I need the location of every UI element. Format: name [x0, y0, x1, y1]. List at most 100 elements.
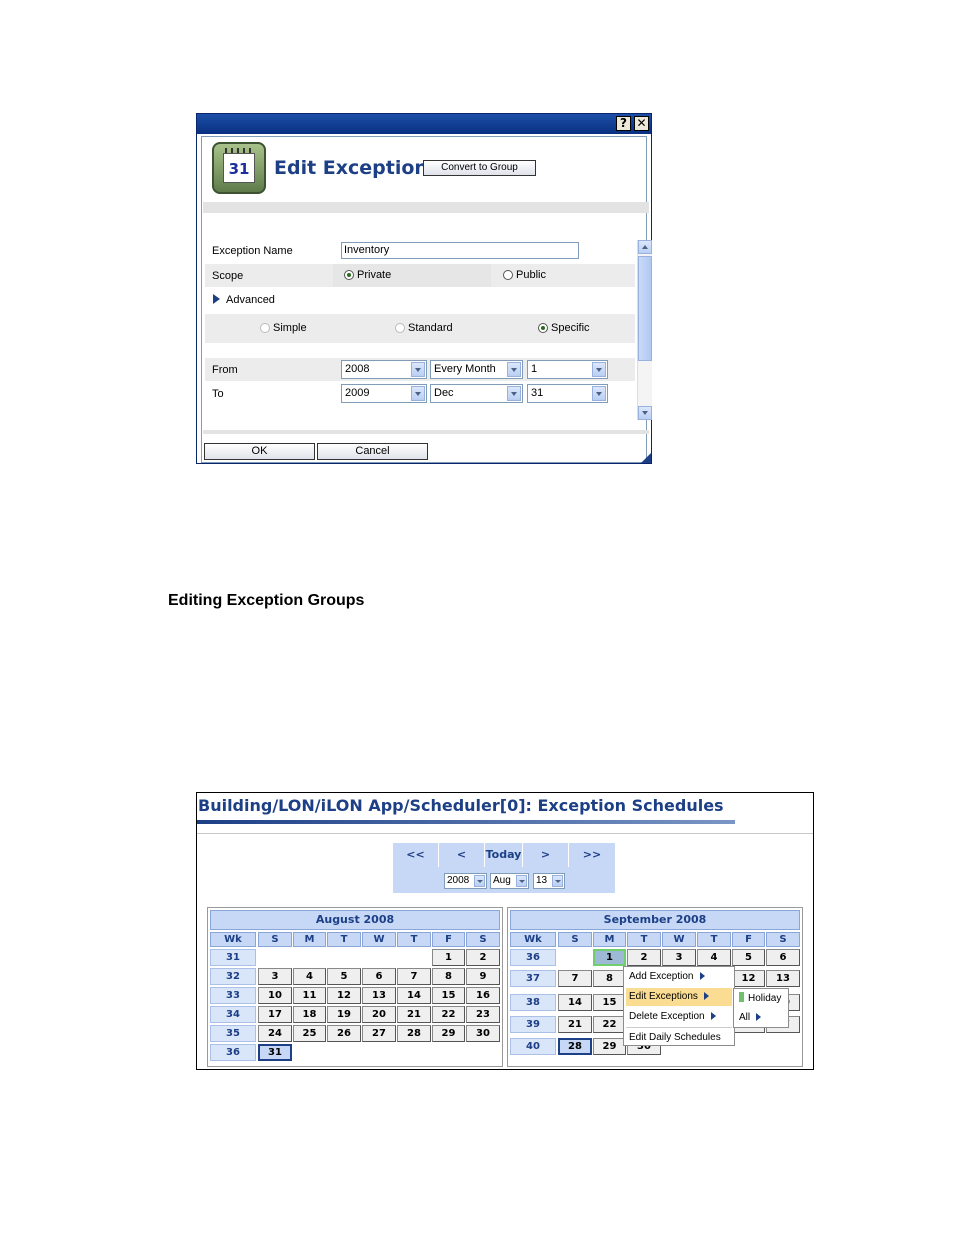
calendar-day[interactable]: 8	[432, 968, 465, 985]
calendar-day[interactable]: 13	[362, 987, 396, 1004]
calendar-day[interactable]: 29	[593, 1038, 626, 1055]
calendar-day[interactable]: 18	[293, 1006, 326, 1023]
calendar-day[interactable]: 1	[432, 949, 465, 966]
from-month-select[interactable]: Every Month	[430, 360, 523, 379]
mode-specific-radio[interactable]: Specific	[538, 322, 590, 334]
edit-exceptions-item[interactable]: Edit Exceptions	[626, 988, 732, 1006]
calendar-day[interactable]: 3	[662, 949, 696, 966]
from-year-select[interactable]: 2008	[341, 360, 427, 379]
calendar-day[interactable]: 29	[432, 1025, 465, 1042]
delete-exception-item[interactable]: Delete Exception	[626, 1008, 732, 1026]
close-button[interactable]: ✕	[634, 116, 649, 131]
cancel-button[interactable]: Cancel	[317, 443, 428, 460]
calendar-day[interactable]: 15	[593, 994, 626, 1011]
calendar-day[interactable]: 27	[362, 1025, 396, 1042]
today-button[interactable]: Today	[485, 843, 523, 867]
calendar-day[interactable]: 1	[593, 949, 626, 966]
calendar-day[interactable]: 20	[362, 1006, 396, 1023]
month-select[interactable]: Aug	[490, 873, 529, 889]
calendar-day[interactable]: 5	[327, 968, 361, 985]
holiday-item[interactable]: Holiday	[736, 990, 786, 1008]
calendar-day[interactable]: 12	[327, 987, 361, 1004]
week-number[interactable]: 40	[510, 1038, 556, 1055]
exception-name-input[interactable]: Inventory	[341, 242, 579, 259]
week-number[interactable]: 38	[510, 994, 556, 1011]
week-number[interactable]: 34	[210, 1006, 256, 1023]
calendar-day[interactable]: 31	[258, 1044, 292, 1061]
week-number[interactable]: 35	[210, 1025, 256, 1042]
from-day-select[interactable]: 1	[527, 360, 608, 379]
edit-daily-schedules-label: Edit Daily Schedules	[629, 1032, 721, 1043]
calendar-day[interactable]: 15	[432, 987, 465, 1004]
calendar-day[interactable]: 4	[697, 949, 731, 966]
calendar-day[interactable]: 22	[432, 1006, 465, 1023]
last-button[interactable]: >>	[569, 843, 615, 867]
calendar-day[interactable]: 23	[466, 1006, 500, 1023]
calendar-day[interactable]: 17	[258, 1006, 292, 1023]
week-number[interactable]: 32	[210, 968, 256, 985]
prev-button[interactable]: <	[439, 843, 485, 867]
calendar-day[interactable]: 21	[397, 1006, 431, 1023]
calendar-icon-number: 31	[223, 153, 255, 183]
mode-standard-radio[interactable]: Standard	[395, 322, 453, 334]
week-number[interactable]: 36	[510, 949, 556, 966]
resize-grip-icon[interactable]	[641, 453, 651, 463]
calendar-day[interactable]: 16	[466, 987, 500, 1004]
scroll-up-icon[interactable]	[638, 240, 652, 254]
help-button[interactable]: ?	[616, 116, 631, 131]
convert-to-group-button[interactable]: Convert to Group	[423, 160, 536, 176]
calendar-day[interactable]: 30	[466, 1025, 500, 1042]
calendar-day[interactable]: 8	[593, 970, 626, 987]
to-year-select[interactable]: 2009	[341, 384, 427, 403]
calendar-day[interactable]: 26	[327, 1025, 361, 1042]
calendar-day[interactable]: 3	[258, 968, 292, 985]
calendar-day[interactable]: 12	[732, 970, 765, 987]
mode-row: Simple Standard Specific	[205, 314, 635, 343]
week-number[interactable]: 36	[210, 1044, 256, 1061]
next-button[interactable]: >	[523, 843, 569, 867]
calendar-day[interactable]: 11	[293, 987, 326, 1004]
calendar-august: August 2008 Wk S M T W T F S 31 1 2 32 3 4 5 6 7 8 9 33 10 11…	[207, 907, 503, 1067]
calendar-day[interactable]: 22	[593, 1016, 626, 1033]
scroll-thumb[interactable]	[638, 256, 652, 361]
calendar-day[interactable]: 14	[558, 994, 592, 1011]
to-day-select[interactable]: 31	[527, 384, 608, 403]
week-number[interactable]: 39	[510, 1016, 556, 1033]
calendar-day[interactable]: 28	[558, 1038, 592, 1055]
calendar-day[interactable]: 2	[466, 949, 500, 966]
week-number[interactable]: 31	[210, 949, 256, 966]
form-scrollbar[interactable]	[637, 240, 652, 420]
scope-private-radio[interactable]: Private	[344, 269, 391, 281]
week-number[interactable]: 33	[210, 987, 256, 1004]
calendar-day[interactable]: 7	[397, 968, 431, 985]
calendar-day[interactable]: 6	[362, 968, 396, 985]
calendar-day[interactable]: 21	[558, 1016, 592, 1033]
mode-simple-radio[interactable]: Simple	[260, 322, 307, 334]
calendar-day[interactable]: 5	[732, 949, 765, 966]
edit-daily-schedules-item[interactable]: Edit Daily Schedules	[626, 1029, 732, 1047]
scope-public-radio[interactable]: Public	[503, 269, 546, 281]
calendar-day[interactable]: 19	[327, 1006, 361, 1023]
calendar-day[interactable]: 28	[397, 1025, 431, 1042]
calendar-day[interactable]: 14	[397, 987, 431, 1004]
to-month-select[interactable]: Dec	[430, 384, 523, 403]
calendar-day[interactable]: 9	[466, 968, 500, 985]
week-number[interactable]: 37	[510, 970, 556, 987]
all-item[interactable]: All	[736, 1009, 786, 1027]
year-select[interactable]: 2008	[444, 873, 487, 889]
calendar-day[interactable]: 7	[558, 970, 592, 987]
calendar-month-title: August 2008	[210, 910, 500, 930]
day-select[interactable]: 13	[533, 873, 565, 889]
ok-button[interactable]: OK	[204, 443, 315, 460]
calendar-day[interactable]: 4	[293, 968, 326, 985]
first-button[interactable]: <<	[393, 843, 439, 867]
scroll-down-icon[interactable]	[638, 406, 652, 420]
add-exception-item[interactable]: Add Exception	[626, 968, 732, 986]
calendar-day[interactable]: 24	[258, 1025, 292, 1042]
calendar-day[interactable]: 6	[766, 949, 800, 966]
advanced-row[interactable]: Advanced	[205, 288, 635, 311]
calendar-day[interactable]: 25	[293, 1025, 326, 1042]
calendar-day[interactable]: 13	[766, 970, 800, 987]
calendar-day[interactable]: 2	[627, 949, 661, 966]
calendar-day[interactable]: 10	[258, 987, 292, 1004]
